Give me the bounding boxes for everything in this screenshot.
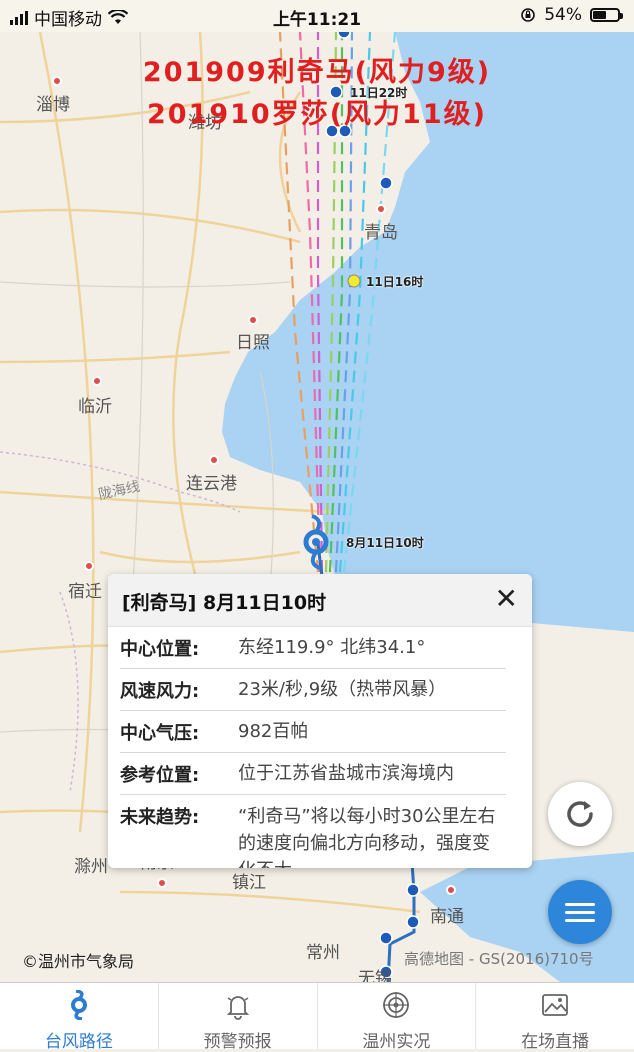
city-dot — [376, 204, 386, 214]
info-label: 参考位置: — [120, 764, 200, 786]
info-value: 982百帕 — [238, 721, 309, 742]
city-label: 滁州 — [74, 857, 108, 877]
info-value: 位于江苏省盐城市滨海境内 — [238, 763, 454, 784]
tab-typhoon-path[interactable]: 台风路径 — [0, 983, 159, 1052]
tab-label: 在场直播 — [521, 1032, 590, 1052]
info-label: 中心气压: — [120, 722, 200, 744]
typhoon-info-popup: [利奇马] 8月11日10时 ✕ 中心位置: 东经119.9° 北纬34.1° … — [108, 574, 532, 868]
battery-icon — [590, 8, 623, 22]
tab-label: 预警预报 — [203, 1032, 272, 1052]
tab-label: 温州实况 — [362, 1032, 431, 1052]
info-row: 中心位置: 东经119.9° 北纬34.1° — [120, 627, 506, 669]
popup-title: [利奇马] 8月11日10时 — [122, 592, 327, 614]
city-label: 青岛 — [364, 223, 398, 243]
hamburger-icon — [565, 898, 595, 927]
map-title-line-1: 201909利奇马(风力9级) — [142, 57, 492, 88]
status-bar: 中国移动 上午11:21 54% — [0, 0, 634, 32]
city-dot — [248, 315, 258, 325]
tab-wenzhou-live[interactable]: 温州实况 — [318, 983, 477, 1052]
info-row: 风速风力: 23米/秒,9级（热带风暴） — [120, 669, 506, 711]
refresh-icon — [567, 801, 593, 827]
typhoon-icon — [70, 990, 87, 1020]
track-time-label: 11日16时 — [366, 275, 424, 289]
city-label: 宿迁 — [68, 582, 102, 602]
close-icon[interactable]: ✕ — [495, 584, 518, 614]
info-value: 东经119.9° 北纬34.1° — [238, 637, 426, 658]
battery-percent: 54% — [544, 5, 582, 25]
refresh-button[interactable] — [548, 782, 612, 846]
info-value: 23米/秒,9级（热带风暴） — [238, 679, 447, 700]
bottom-tab-bar: 台风路径 预警预报 温州实况 在场直播 — [0, 982, 634, 1052]
info-row: 中心气压: 982百帕 — [120, 711, 506, 753]
popup-header: [利奇马] 8月11日10时 ✕ — [108, 574, 532, 627]
image-icon — [542, 994, 569, 1016]
tab-live-broadcast[interactable]: 在场直播 — [476, 983, 634, 1052]
map-title-line-2: 201910罗莎(风力11级) — [147, 99, 487, 130]
menu-button[interactable] — [548, 880, 612, 944]
city-label: 临沂 — [78, 397, 112, 417]
city-label: 常州 — [306, 943, 340, 963]
info-label: 未来趋势: — [120, 807, 200, 828]
info-row: 参考位置: 位于江苏省盐城市滨海境内 — [120, 753, 506, 795]
info-row: 未来趋势: “利奇马”将以每小时30公里左右的速度向偏北方向移动，强度变化不大 — [120, 795, 506, 868]
city-dot — [92, 376, 102, 386]
track-time-label: 8月11日10时 — [346, 536, 424, 550]
city-label: 无锡 — [358, 969, 392, 982]
radar-icon — [383, 992, 410, 1018]
city-dot — [209, 455, 219, 465]
info-label: 风速风力: — [120, 680, 200, 702]
city-label: 日照 — [236, 333, 270, 353]
orientation-lock-icon — [521, 8, 536, 22]
city-label: 连云港 — [186, 474, 237, 494]
bell-icon — [226, 996, 249, 1020]
city-dot — [84, 561, 94, 571]
tab-warning-forecast[interactable]: 预警预报 — [159, 983, 318, 1052]
info-label: 中心位置: — [120, 638, 200, 660]
map-provider-credit: 高德地图 - GS(2016)710号 — [404, 950, 594, 968]
map-source-credit: ©温州市气象局 — [22, 952, 135, 971]
city-dot — [446, 885, 456, 895]
city-label: 镇江 — [232, 873, 266, 893]
tab-label: 台风路径 — [44, 1032, 113, 1052]
city-dot — [157, 878, 167, 888]
info-value: “利奇马”将以每小时30公里左右的速度向偏北方向移动，强度变化不大 — [238, 806, 496, 868]
city-label: 南通 — [430, 907, 464, 927]
